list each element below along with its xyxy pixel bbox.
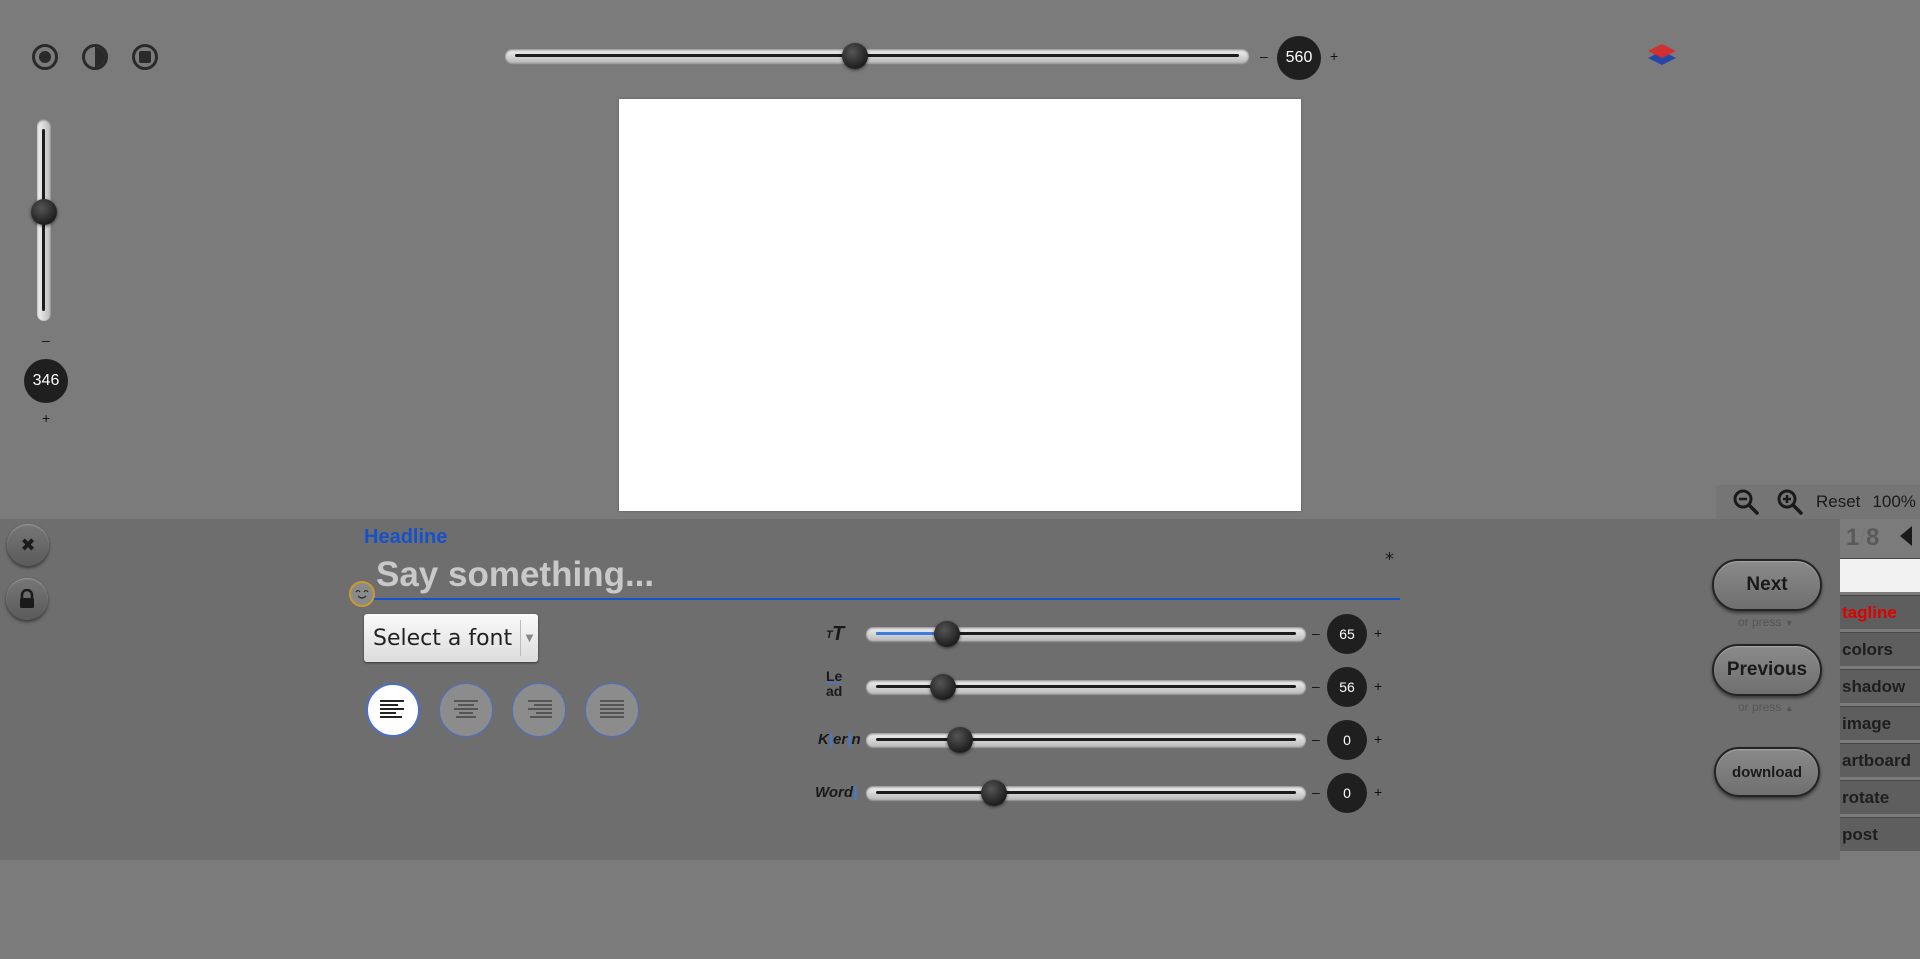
align-center-icon bbox=[454, 700, 478, 718]
record-icon[interactable] bbox=[32, 44, 58, 70]
collapse-arrow-icon[interactable] bbox=[1898, 524, 1914, 548]
align-justify-button[interactable] bbox=[585, 683, 639, 737]
leading-icon: Le ad bbox=[826, 668, 843, 699]
kerning-minus-button[interactable]: – bbox=[1312, 731, 1320, 747]
word-spacing-minus-button[interactable]: – bbox=[1312, 784, 1320, 800]
headline-input[interactable] bbox=[374, 552, 1400, 600]
side-tab-post[interactable]: post bbox=[1840, 817, 1920, 851]
side-tab-image[interactable]: image bbox=[1840, 706, 1920, 740]
font-size-icon: T T bbox=[824, 623, 852, 647]
zoom-out-icon[interactable] bbox=[1732, 488, 1760, 516]
stop-icon[interactable] bbox=[132, 44, 158, 70]
contrast-icon[interactable] bbox=[82, 44, 108, 70]
asterisk-mark[interactable]: * bbox=[1385, 549, 1394, 570]
close-button[interactable]: ✖ bbox=[7, 524, 49, 566]
zoom-level: 100% bbox=[1872, 492, 1916, 511]
kerning-slider-track[interactable] bbox=[866, 733, 1306, 747]
emoji-icon[interactable] bbox=[349, 581, 375, 607]
zoom-bar: Reset 100% bbox=[1716, 485, 1920, 519]
font-size-minus-button[interactable]: – bbox=[1312, 625, 1320, 641]
side-tab-tagline[interactable]: tagline bbox=[1840, 595, 1920, 629]
leading-plus-button[interactable]: + bbox=[1374, 678, 1382, 694]
pager-total: 8 bbox=[1866, 524, 1880, 551]
zoom-in-icon[interactable] bbox=[1776, 488, 1804, 516]
next-hint: or press ▼ bbox=[1738, 615, 1794, 629]
lock-button[interactable] bbox=[6, 578, 48, 620]
font-select-value: Select a font bbox=[373, 625, 513, 651]
word-spacing-plus-button[interactable]: + bbox=[1374, 784, 1382, 800]
side-tab-blank[interactable] bbox=[1840, 558, 1920, 592]
word-spacing-value: 0 bbox=[1327, 773, 1367, 813]
align-justify-icon bbox=[600, 700, 624, 718]
zoom-reset-button[interactable]: Reset bbox=[1816, 492, 1860, 512]
leading-value: 56 bbox=[1327, 667, 1367, 707]
word-spacing-label: Word| bbox=[815, 784, 858, 801]
height-minus-button[interactable]: – bbox=[42, 332, 50, 348]
chevron-down-icon: ▼ bbox=[520, 620, 538, 656]
font-size-plus-button[interactable]: + bbox=[1374, 625, 1382, 641]
lock-icon bbox=[20, 589, 34, 608]
height-plus-button[interactable]: + bbox=[42, 410, 50, 426]
width-value: 560 bbox=[1277, 36, 1321, 80]
next-button[interactable]: Next bbox=[1712, 559, 1822, 611]
word-spacing-slider-track[interactable] bbox=[866, 786, 1306, 800]
align-center-button[interactable] bbox=[439, 683, 493, 737]
width-slider-knob[interactable] bbox=[842, 43, 868, 69]
kerning-slider-knob[interactable] bbox=[947, 727, 973, 753]
previous-hint: or press ▲ bbox=[1738, 700, 1794, 714]
align-right-button[interactable] bbox=[512, 683, 566, 737]
leading-minus-button[interactable]: – bbox=[1312, 678, 1320, 694]
leading-slider-knob[interactable] bbox=[930, 674, 957, 700]
font-select[interactable]: Select a font ▼ bbox=[364, 614, 538, 662]
height-value: 346 bbox=[24, 359, 68, 403]
artboard-canvas[interactable] bbox=[619, 99, 1301, 511]
font-size-value: 65 bbox=[1327, 614, 1367, 654]
kerning-label: K|er|n bbox=[818, 731, 861, 748]
side-tab-artboard[interactable]: artboard bbox=[1840, 743, 1920, 777]
section-label: Headline bbox=[364, 526, 448, 548]
font-size-label: T bbox=[832, 623, 845, 645]
align-right-icon bbox=[528, 700, 552, 718]
download-button[interactable]: download bbox=[1714, 747, 1820, 797]
kerning-value: 0 bbox=[1327, 720, 1367, 760]
width-slider-track[interactable] bbox=[505, 49, 1249, 63]
side-tab-colors[interactable]: colors bbox=[1840, 632, 1920, 666]
pager-current: 1 bbox=[1846, 524, 1860, 551]
close-icon: ✖ bbox=[20, 534, 36, 556]
side-tab-shadow[interactable]: shadow bbox=[1840, 669, 1920, 703]
pager: 1/8 bbox=[1846, 524, 1880, 551]
word-spacing-slider-knob[interactable] bbox=[980, 780, 1007, 806]
width-plus-button[interactable]: + bbox=[1330, 48, 1338, 64]
side-tab-rotate[interactable]: rotate bbox=[1840, 780, 1920, 814]
align-left-button[interactable] bbox=[366, 683, 420, 737]
kerning-plus-button[interactable]: + bbox=[1374, 731, 1382, 747]
align-left-icon bbox=[380, 700, 404, 718]
layers-icon[interactable] bbox=[1646, 40, 1678, 72]
height-slider-knob[interactable] bbox=[31, 199, 57, 225]
width-minus-button[interactable]: – bbox=[1260, 48, 1268, 64]
previous-button[interactable]: Previous bbox=[1712, 644, 1822, 696]
